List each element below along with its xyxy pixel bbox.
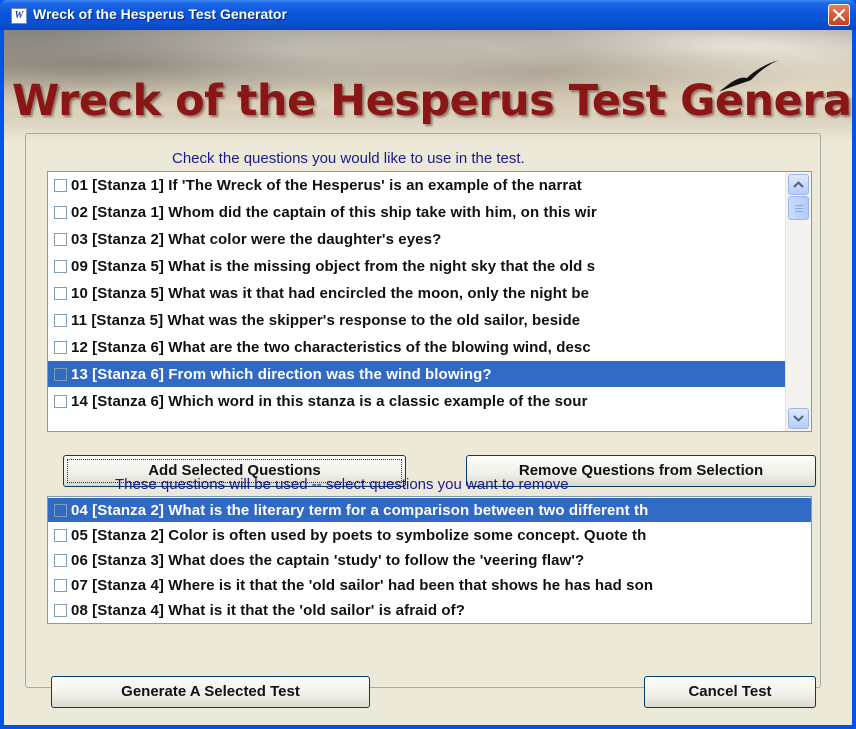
question-text: 10 [Stanza 5] What was it that had encir… [71,284,590,302]
checkbox[interactable] [54,578,67,592]
question-text: 08 [Stanza 4] What is it that the 'old s… [71,601,466,619]
cancel-test-button[interactable]: Cancel Test [644,676,816,708]
list-item[interactable]: 03 [Stanza 2] What color were the daught… [48,226,785,252]
list-item[interactable]: 14 [Stanza 6] Which word in this stanza … [48,388,785,414]
chevron-down-icon [793,415,804,422]
list-item[interactable]: 05 [Stanza 2] Color is often used by poe… [48,523,811,547]
list-item[interactable]: 02 [Stanza 1] Whom did the captain of th… [48,199,785,225]
generate-test-button[interactable]: Generate A Selected Test [51,676,370,708]
list-item-selected[interactable]: 13 [Stanza 6] From which direction was t… [48,361,785,387]
question-text: 06 [Stanza 3] What does the captain 'stu… [71,551,585,569]
scroll-up-button[interactable] [788,174,809,195]
list-item[interactable]: 12 [Stanza 6] What are the two character… [48,334,785,360]
list-item[interactable]: 08 [Stanza 4] What is it that the 'old s… [48,598,811,622]
header-banner: Wreck of the Hesperus Test Generator [4,30,852,144]
question-text: 04 [Stanza 2] What is the literary term … [71,501,649,519]
available-questions-list[interactable]: 01 [Stanza 1] If 'The Wreck of the Hespe… [47,171,812,432]
seagull-icon [719,60,779,92]
question-text: 07 [Stanza 4] Where is it that the 'old … [71,576,654,594]
list-item[interactable]: 11 [Stanza 5] What was the skipper's res… [48,307,785,333]
question-text: 02 [Stanza 1] Whom did the captain of th… [71,203,597,221]
selected-questions-list[interactable]: 04 [Stanza 2] What is the literary term … [47,496,812,624]
list-item[interactable]: 01 [Stanza 1] If 'The Wreck of the Hespe… [48,172,785,198]
question-text: 05 [Stanza 2] Color is often used by poe… [71,526,647,544]
checkbox[interactable] [54,553,67,567]
list-item-selected[interactable]: 04 [Stanza 2] What is the literary term … [48,498,811,522]
list-item[interactable]: 09 [Stanza 5] What is the missing object… [48,253,785,279]
checkbox[interactable] [54,367,67,381]
checkbox[interactable] [54,178,67,192]
question-text: 03 [Stanza 2] What color were the daught… [71,230,442,248]
question-text: 09 [Stanza 5] What is the missing object… [71,257,596,275]
checkbox[interactable] [54,286,67,300]
window-title: Wreck of the Hesperus Test Generator [33,6,287,22]
close-button[interactable] [828,4,850,26]
scroll-down-button[interactable] [788,408,809,429]
checkbox[interactable] [54,259,67,273]
close-icon [833,9,845,21]
question-text: 12 [Stanza 6] What are the two character… [71,338,591,356]
question-text: 13 [Stanza 6] From which direction was t… [71,365,492,383]
list-item[interactable]: 06 [Stanza 3] What does the captain 'stu… [48,548,811,572]
question-text: 14 [Stanza 6] Which word in this stanza … [71,392,588,410]
list-item[interactable]: 10 [Stanza 5] What was it that had encir… [48,280,785,306]
selected-questions-caption: These questions will be used -- select q… [115,476,569,493]
title-bar[interactable]: W Wreck of the Hesperus Test Generator [0,0,856,30]
generate-button-label: Generate A Selected Test [121,683,300,700]
checkbox[interactable] [54,205,67,219]
vertical-scrollbar[interactable] [785,172,811,431]
cancel-button-label: Cancel Test [688,683,772,700]
scroll-thumb[interactable] [788,196,809,220]
checkbox[interactable] [54,528,67,542]
question-text: 01 [Stanza 1] If 'The Wreck of the Hespe… [71,176,582,194]
checkbox[interactable] [54,503,67,517]
chevron-up-icon [793,181,804,188]
checkbox[interactable] [54,340,67,354]
question-text: 11 [Stanza 5] What was the skipper's res… [71,311,581,329]
checkbox[interactable] [54,313,67,327]
checkbox[interactable] [54,232,67,246]
list-item[interactable]: 07 [Stanza 4] Where is it that the 'old … [48,573,811,597]
checkbox[interactable] [54,394,67,408]
checkbox[interactable] [54,603,67,617]
app-icon[interactable]: W [11,8,27,24]
available-questions-caption: Check the questions you would like to us… [172,150,525,167]
